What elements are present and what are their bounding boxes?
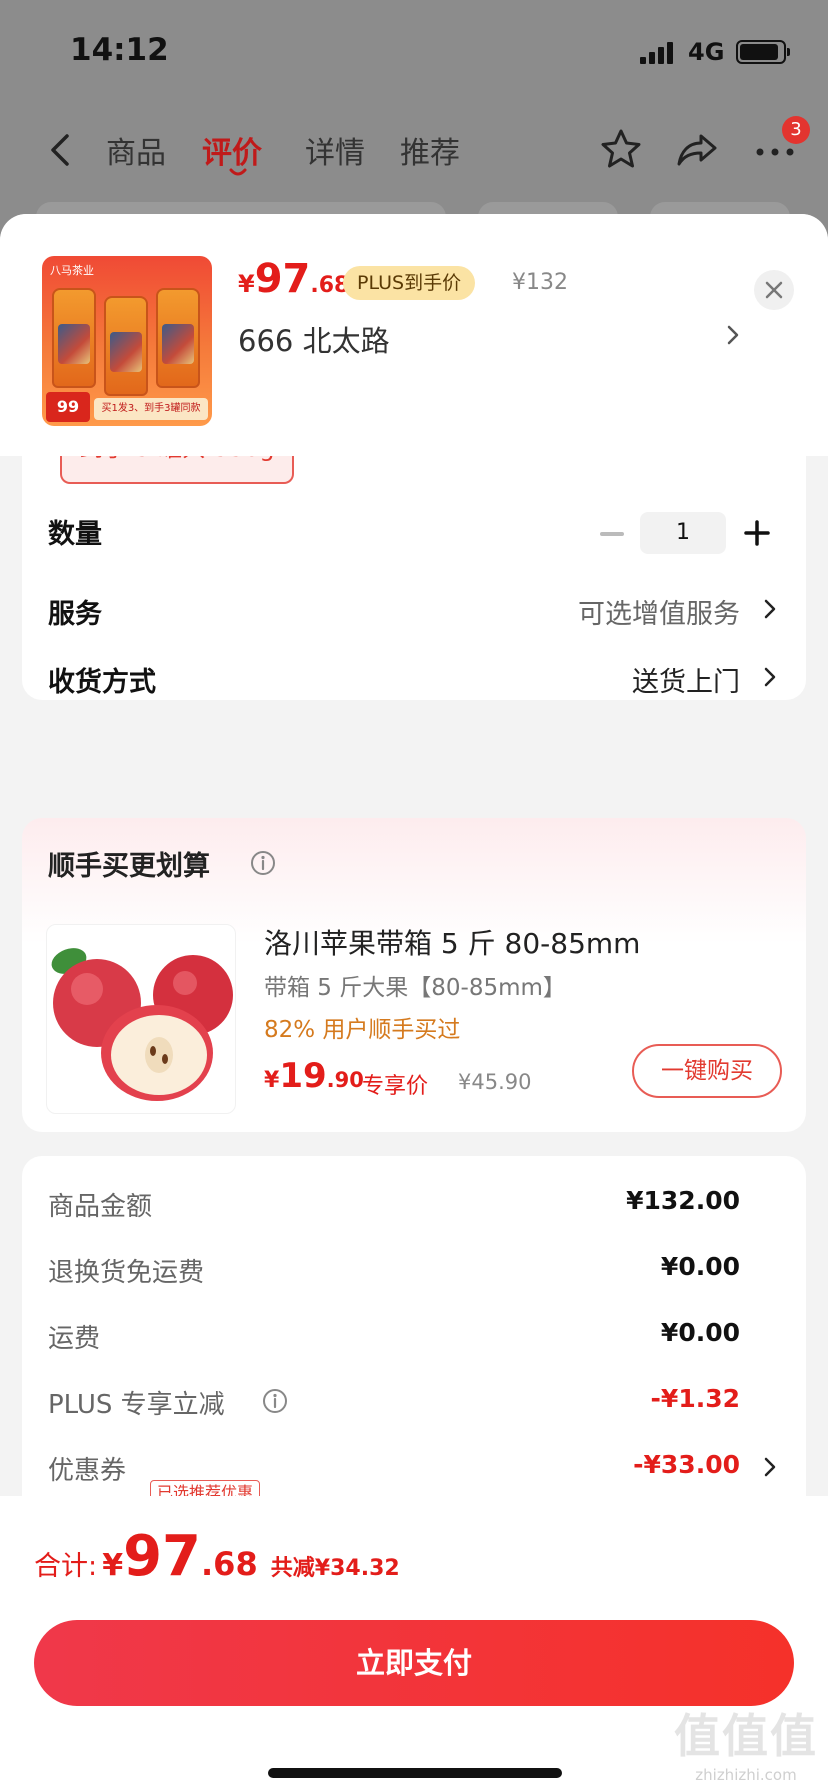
quantity-decrease-button[interactable] xyxy=(600,532,624,536)
tab-reviews[interactable]: 评价 xyxy=(202,128,262,172)
total-price: 合计: ¥97.68 共减¥34.32 xyxy=(34,1524,400,1589)
chevron-right-icon[interactable] xyxy=(762,596,778,622)
thumbnail-logo: 八马茶业 xyxy=(50,264,94,277)
plus-price-tag: PLUS到手价 xyxy=(343,266,476,300)
addon-title: 顺手买更划算 xyxy=(48,851,210,882)
product-thumbnail[interactable]: 八马茶业 99 买1发3、到手3罐同款 xyxy=(42,256,212,426)
info-icon[interactable] xyxy=(250,850,276,876)
cart-badge: 3 xyxy=(782,116,810,144)
fee-value: -¥1.32 xyxy=(650,1384,740,1413)
original-price: ¥132 xyxy=(512,270,568,295)
addon-card: 顺手买更划算 洛川苹果带箱 5 斤 80-85mm 带箱 5 斤大果【80-85… xyxy=(22,818,806,1132)
fee-label: 运费 xyxy=(48,1324,101,1354)
chevron-right-icon[interactable] xyxy=(762,1454,778,1480)
addon-price-tag: 专享价 xyxy=(362,1074,429,1099)
service-value[interactable]: 可选增值服务 xyxy=(578,592,740,631)
addon-bought-text: 82% 用户顺手买过 xyxy=(264,1017,461,1043)
sheet-price: ¥97.68 xyxy=(238,256,350,302)
network-label: 4G xyxy=(688,38,725,66)
watermark: 值值值 zhizhizhi.com xyxy=(674,1709,818,1784)
total-saved: 共减¥34.32 xyxy=(270,1556,400,1581)
quantity-label: 数量 xyxy=(48,519,102,550)
apple-product-image[interactable] xyxy=(46,924,236,1114)
fee-value: ¥132.00 xyxy=(626,1186,740,1215)
coupon-label: 优惠券 xyxy=(48,1456,127,1486)
status-bar: 14:12 4G xyxy=(0,0,828,106)
quantity-input[interactable]: 1 xyxy=(640,512,726,554)
addon-price: ¥19.90 xyxy=(264,1056,364,1096)
status-time: 14:12 xyxy=(70,32,169,68)
chevron-right-icon[interactable] xyxy=(762,664,778,690)
delivery-value[interactable]: 送货上门 xyxy=(632,660,740,699)
delivery-label: 收货方式 xyxy=(48,667,156,698)
tab-product[interactable]: 商品 xyxy=(106,128,166,172)
quantity-increase-button[interactable] xyxy=(744,520,770,546)
thumbnail-price: 99 xyxy=(46,392,90,422)
selected-sku[interactable]: 666 北太路 xyxy=(238,318,390,360)
fee-label: 退换货免运费 xyxy=(48,1258,205,1288)
service-label: 服务 xyxy=(48,599,102,630)
coupon-value[interactable]: -¥33.00 xyxy=(633,1450,740,1479)
home-indicator xyxy=(268,1768,562,1778)
addon-product-name[interactable]: 洛川苹果带箱 5 斤 80-85mm xyxy=(264,922,640,962)
fee-label: PLUS 专享立减 xyxy=(48,1390,225,1420)
thumbnail-promo: 买1发3、到手3罐同款 xyxy=(94,398,208,420)
one-click-buy-button[interactable]: 一键购买 xyxy=(632,1044,782,1098)
fee-label: 商品金额 xyxy=(48,1192,153,1222)
fee-value: ¥0.00 xyxy=(660,1318,740,1347)
pay-now-button[interactable]: 立即支付 xyxy=(34,1620,794,1706)
star-icon[interactable] xyxy=(598,126,644,172)
tab-details[interactable]: 详情 xyxy=(305,128,365,172)
close-icon[interactable] xyxy=(754,270,794,310)
tab-recommend[interactable]: 推荐 xyxy=(400,128,460,172)
fee-value: ¥0.00 xyxy=(660,1252,740,1281)
info-icon[interactable] xyxy=(262,1388,288,1414)
signal-icon xyxy=(640,42,674,64)
nav-bar: 商品 评价 详情 推荐 xyxy=(0,110,828,190)
addon-original-price: ¥45.90 xyxy=(458,1070,532,1094)
sheet-header: 八马茶业 99 买1发3、到手3罐同款 ¥97.68 PLUS到手价 ¥132 … xyxy=(0,214,828,456)
addon-product-spec: 带箱 5 斤大果【80-85mm】 xyxy=(264,975,566,1001)
options-card: 到手 3 罐共 330g 数量 1 服务 可选增值服务 收货方式 送货上门 xyxy=(22,414,806,700)
chevron-right-icon[interactable] xyxy=(722,322,744,348)
battery-icon xyxy=(736,40,790,64)
back-icon[interactable] xyxy=(42,130,82,170)
share-icon[interactable] xyxy=(674,126,720,172)
active-tab-indicator xyxy=(229,168,247,176)
